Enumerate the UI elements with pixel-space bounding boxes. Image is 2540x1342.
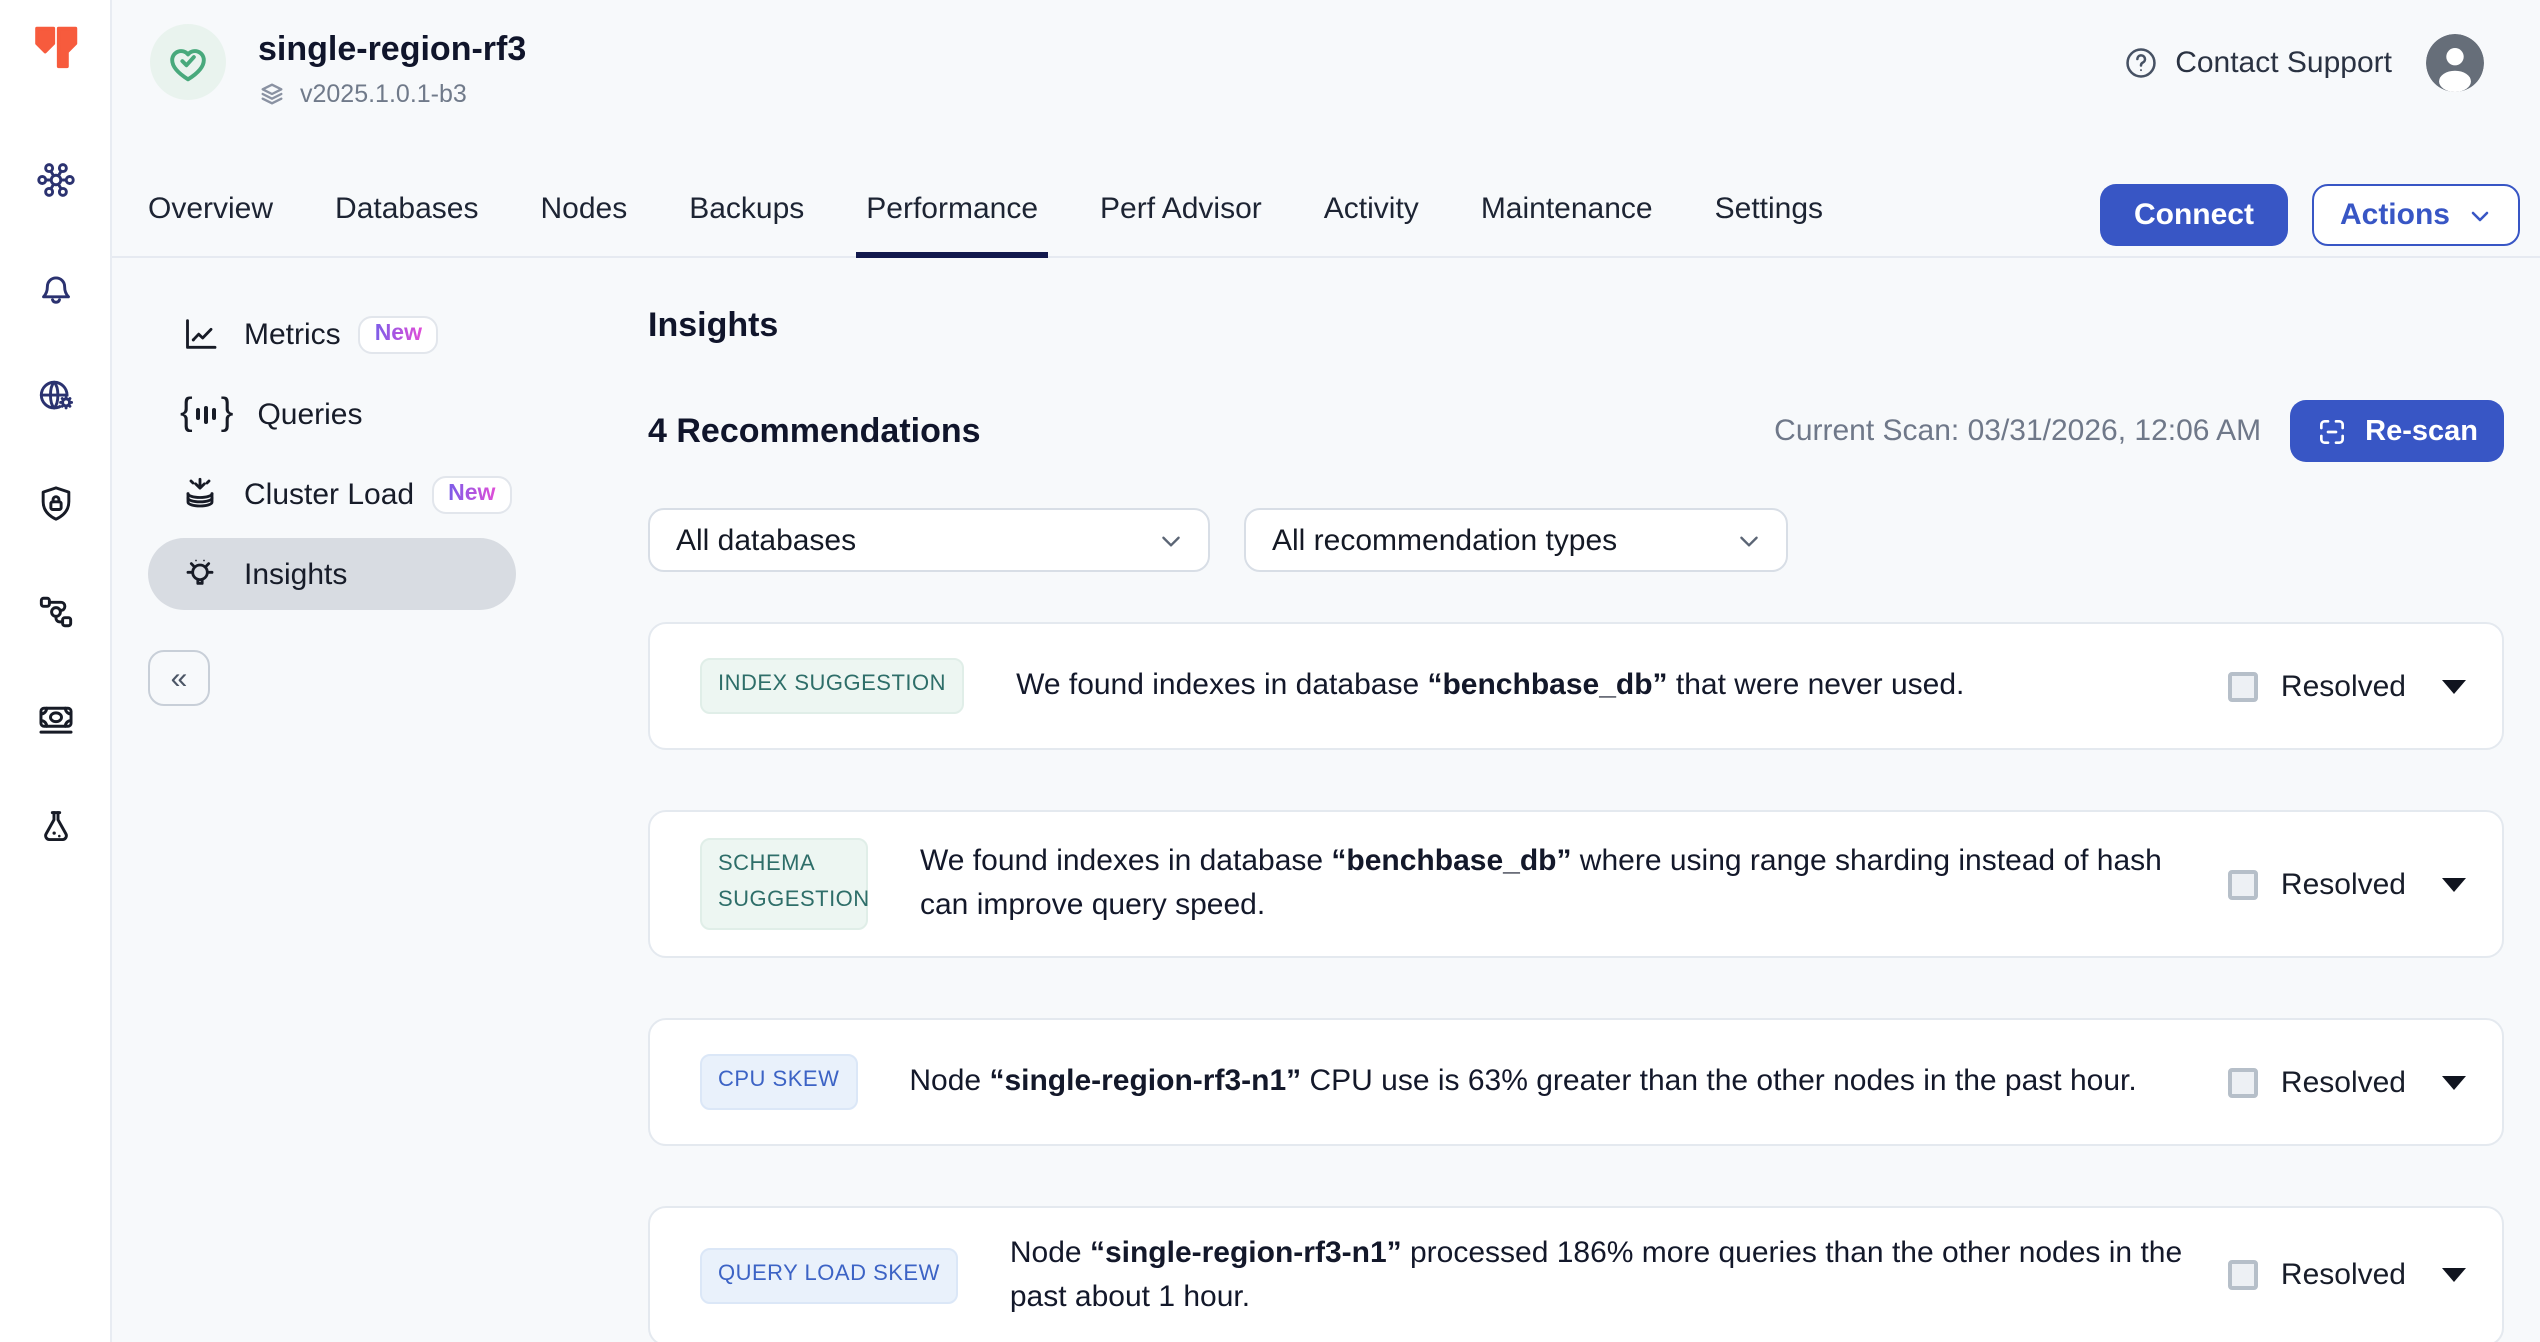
current-scan-timestamp: Current Scan: 03/31/2026, 12:06 AM	[1774, 414, 2261, 448]
user-avatar-icon	[2426, 34, 2484, 92]
integrations-icon[interactable]	[33, 590, 77, 634]
expand-caret-icon[interactable]	[2442, 877, 2466, 891]
recommendation-message: Node “single-region-rf3-n1” CPU use is 6…	[909, 1060, 2136, 1104]
resolved-label: Resolved	[2281, 1259, 2406, 1293]
recommendation-type-filter-select[interactable]: All recommendation types	[1244, 508, 1788, 572]
collapse-chevrons-icon: «	[171, 661, 188, 695]
icon-rail	[0, 0, 112, 1342]
user-avatar[interactable]	[2426, 34, 2484, 92]
shield-lock-icon[interactable]	[33, 482, 77, 526]
resolved-label: Resolved	[2281, 867, 2406, 901]
recommendation-message: Node “single-region-rf3-n1” processed 18…	[1010, 1232, 2189, 1319]
recommendations-count: 4 Recommendations	[648, 411, 981, 451]
cluster-tabs: Overview Databases Nodes Backups Performance…	[112, 180, 2540, 258]
yugabyte-logo[interactable]	[29, 22, 81, 74]
tab-perf-advisor[interactable]: Perf Advisor	[1100, 192, 1262, 256]
recommendation-list: INDEX SUGGESTION We found indexes in dat…	[648, 622, 2504, 1342]
cluster-health-badge	[150, 24, 226, 100]
resolved-checkbox[interactable]	[2229, 1261, 2259, 1291]
version-label: v2025.1.0.1-b3	[300, 80, 467, 108]
sidebar-item-cluster-load[interactable]: Cluster Load New	[148, 458, 516, 530]
billing-icon[interactable]	[33, 698, 77, 742]
tab-settings[interactable]: Settings	[1715, 192, 1823, 256]
recommendation-message: We found indexes in database “benchbase_…	[920, 841, 2189, 928]
database-filter-select[interactable]: All databases	[648, 508, 1210, 572]
sidebar-item-queries[interactable]: {} Queries	[148, 378, 516, 450]
rescan-label: Re-scan	[2365, 415, 2478, 447]
chevron-down-icon	[1736, 527, 1762, 553]
resolved-group: Resolved	[2229, 669, 2470, 703]
sidebar-item-label: Insights	[244, 557, 347, 591]
tab-databases[interactable]: Databases	[335, 192, 478, 256]
database-filter-value: All databases	[676, 523, 856, 557]
expand-caret-icon[interactable]	[2442, 1269, 2466, 1283]
tab-maintenance[interactable]: Maintenance	[1481, 192, 1653, 256]
cluster-name: single-region-rf3	[258, 28, 526, 70]
tab-overview[interactable]: Overview	[148, 192, 273, 256]
resolved-group: Resolved	[2229, 1065, 2470, 1099]
metrics-chart-icon	[180, 314, 220, 354]
chevron-down-icon	[2468, 203, 2492, 227]
bell-icon[interactable]	[33, 266, 77, 310]
insights-panel: Insights 4 Recommendations Current Scan:…	[582, 258, 2540, 1342]
sidebar-item-label: Metrics	[244, 317, 341, 351]
new-badge: New	[432, 475, 511, 513]
labs-flask-icon[interactable]	[33, 806, 77, 850]
expand-caret-icon[interactable]	[2442, 1075, 2466, 1089]
sidebar-item-metrics[interactable]: Metrics New	[148, 298, 516, 370]
heart-check-icon	[162, 36, 214, 88]
cluster-header: single-region-rf3 v2025.1.0.1-b3 Contact…	[112, 0, 2540, 180]
cluster-network-icon[interactable]	[33, 158, 77, 202]
tab-backups[interactable]: Backups	[689, 192, 804, 256]
chevron-down-icon	[1158, 527, 1184, 553]
resolved-checkbox[interactable]	[2229, 1067, 2259, 1097]
sidebar-item-label: Cluster Load	[244, 477, 414, 511]
cluster-version: v2025.1.0.1-b3	[258, 80, 526, 108]
resolved-checkbox[interactable]	[2229, 671, 2259, 701]
resolved-group: Resolved	[2229, 867, 2470, 901]
recommendation-card[interactable]: QUERY LOAD SKEW Node “single-region-rf3-…	[648, 1206, 2504, 1342]
resolved-label: Resolved	[2281, 669, 2406, 703]
sidebar-item-insights[interactable]: Insights	[148, 538, 516, 610]
app-window: single-region-rf3 v2025.1.0.1-b3 Contact…	[0, 0, 2540, 1342]
connect-button[interactable]: Connect	[2100, 184, 2288, 246]
tab-nodes[interactable]: Nodes	[540, 192, 627, 256]
help-question-icon	[2121, 44, 2159, 82]
recommendation-card[interactable]: INDEX SUGGESTION We found indexes in dat…	[648, 622, 2504, 750]
contact-support-link[interactable]: Contact Support	[2121, 44, 2392, 82]
layers-icon	[258, 80, 286, 108]
recommendation-type-badge: INDEX SUGGESTION	[700, 658, 964, 713]
recommendation-card[interactable]: CPU SKEW Node “single-region-rf3-n1” CPU…	[648, 1018, 2504, 1146]
resolved-group: Resolved	[2229, 1259, 2470, 1293]
performance-subnav: Metrics New {} Queries Cluster Load New	[112, 258, 582, 1342]
rail-nav	[33, 158, 77, 850]
recommendation-type-badge: SCHEMA SUGGESTION	[700, 839, 868, 929]
recommendation-card[interactable]: SCHEMA SUGGESTION We found indexes in da…	[648, 810, 2504, 958]
recommendation-type-badge: CPU SKEW	[700, 1054, 857, 1109]
actions-button[interactable]: Actions	[2312, 184, 2520, 246]
resolved-checkbox[interactable]	[2229, 869, 2259, 899]
expand-caret-icon[interactable]	[2442, 679, 2466, 693]
tab-performance[interactable]: Performance	[866, 192, 1038, 256]
recommendation-type-filter-value: All recommendation types	[1272, 523, 1617, 557]
collapse-sidebar-button[interactable]: «	[148, 650, 210, 706]
sidebar-item-label: Queries	[257, 397, 362, 431]
globe-gear-icon[interactable]	[33, 374, 77, 418]
lightbulb-icon	[180, 554, 220, 594]
recommendation-type-badge: QUERY LOAD SKEW	[700, 1248, 958, 1303]
tab-activity[interactable]: Activity	[1324, 192, 1419, 256]
contact-support-label: Contact Support	[2175, 46, 2392, 80]
resolved-label: Resolved	[2281, 1065, 2406, 1099]
recommendation-message: We found indexes in database “benchbase_…	[1016, 664, 1964, 708]
new-badge: New	[359, 315, 438, 353]
page-title: Insights	[648, 306, 2504, 346]
rescan-button[interactable]: Re-scan	[2289, 400, 2504, 462]
cluster-load-icon	[180, 474, 220, 514]
queries-braces-icon: {}	[180, 394, 233, 434]
scan-icon	[2315, 415, 2347, 447]
actions-label: Actions	[2340, 198, 2450, 232]
